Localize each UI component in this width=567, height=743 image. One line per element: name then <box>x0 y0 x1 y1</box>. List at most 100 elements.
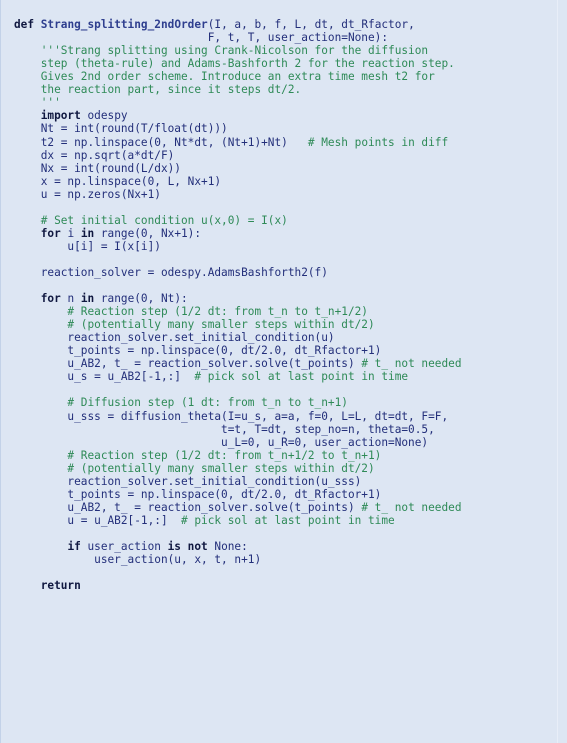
code-line: reaction_solver.set_initial_condition(u_… <box>1 475 567 488</box>
code-text: reaction_solver.set_initial_condition(u_… <box>14 474 362 488</box>
code-text: F, t, T, user_action=None): <box>14 31 389 45</box>
code-keyword: def <box>14 18 35 32</box>
code-text: (I, a, b, f, L, dt, dt_Rfactor, <box>207 18 415 32</box>
code-docstring: Gives 2nd order scheme. Introduce an ext… <box>14 70 435 84</box>
code-text: t=t, T=dt, step_no=n, theta=0.5, <box>14 422 435 436</box>
code-line: t2 = np.linspace(0, Nt*dt, (Nt+1)+Nt) # … <box>1 136 567 149</box>
code-line: dx = np.sqrt(a*dt/F) <box>1 149 567 162</box>
code-text: u_AB2, t_ = reaction_solver.solve(t_poin… <box>14 500 362 514</box>
code-line: # Reaction step (1/2 dt: from t_n to t_n… <box>1 305 567 318</box>
code-line: import odespy <box>1 109 567 122</box>
code-docstring: '''Strang splitting using Crank-Nicolson… <box>14 44 429 58</box>
code-text: dx = np.sqrt(a*dt/F) <box>14 148 175 162</box>
code-text: t_points = np.linspace(0, dt/2.0, dt_Rfa… <box>14 344 382 358</box>
code-line: t_points = np.linspace(0, dt/2.0, dt_Rfa… <box>1 488 567 501</box>
code-line: # Reaction step (1/2 dt: from t_n+1/2 to… <box>1 449 567 462</box>
code-keyword: import <box>40 109 81 123</box>
code-text: x = np.linspace(0, L, Nx+1) <box>14 174 222 188</box>
code-line: x = np.linspace(0, L, Nx+1) <box>1 175 567 188</box>
code-line: # (potentially many smaller steps within… <box>1 318 567 331</box>
code-comment: # Reaction step (1/2 dt: from t_n+1/2 to… <box>14 448 382 462</box>
code-text: user_action(u, x, t, n+1) <box>14 553 262 567</box>
code-text: u[i] = I(x[i]) <box>14 239 161 253</box>
code-text: t_points = np.linspace(0, dt/2.0, dt_Rfa… <box>14 487 382 501</box>
code-comment: # Diffusion step (1 dt: from t_n to t_n+… <box>14 396 348 410</box>
code-text: u = u_AB2[-1,:] <box>14 513 181 527</box>
code-text: user_action <box>80 539 168 553</box>
code-keyword: is <box>167 539 181 553</box>
code-line: Gives 2nd order scheme. Introduce an ext… <box>1 70 567 83</box>
code-text: range(0, Nx+1): <box>94 226 202 240</box>
code-text: reaction_solver = odespy.AdamsBashforth2… <box>14 265 328 279</box>
code-text: range(0, Nt): <box>94 292 188 306</box>
code-line: if user_action is not None: <box>1 540 567 553</box>
code-line: u_AB2, t_ = reaction_solver.solve(t_poin… <box>1 501 567 514</box>
code-comment: # Set initial condition u(x,0) = I(x) <box>14 213 288 227</box>
code-keyword: for <box>40 226 61 240</box>
code-comment: # Mesh points in diff <box>307 135 449 149</box>
code-line: u_s = u_AB2[-1,:] # pick sol at last poi… <box>1 370 567 383</box>
code-keyword: in <box>80 292 95 306</box>
code-keyword: in <box>80 226 95 240</box>
code-line: # (potentially many smaller steps within… <box>1 462 567 475</box>
code-line: Nt = int(round(T/float(dt))) <box>1 122 567 135</box>
code-comment: # t_ not needed <box>361 500 462 514</box>
code-text: None: <box>207 539 248 553</box>
code-docstring: ''' <box>14 96 61 110</box>
code-text: reaction_solver.set_initial_condition(u) <box>14 331 335 345</box>
code-text: u = np.zeros(Nx+1) <box>14 187 161 201</box>
code-keyword: for <box>40 292 61 306</box>
code-line: for n in range(0, Nt): <box>1 292 567 305</box>
code-line: # Set initial condition u(x,0) = I(x) <box>1 214 567 227</box>
code-text: u_AB2, t_ = reaction_solver.solve(t_poin… <box>14 357 362 371</box>
code-text: Nx = int(round(L/dx)) <box>14 161 181 175</box>
code-text: i <box>60 226 81 240</box>
code-text: n <box>60 292 81 306</box>
code-line: reaction_solver = odespy.AdamsBashforth2… <box>1 266 567 279</box>
code-line: u = u_AB2[-1,:] # pick sol at last point… <box>1 514 567 527</box>
code-line: t_points = np.linspace(0, dt/2.0, dt_Rfa… <box>1 344 567 357</box>
code-keyword: return <box>40 579 81 593</box>
code-text: u_sss = diffusion_theta(I=u_s, a=a, f=0,… <box>14 409 449 423</box>
code-line: return <box>1 579 567 592</box>
code-text: u_L=0, u_R=0, user_action=None) <box>14 435 429 449</box>
code-comment: # t_ not needed <box>361 357 462 371</box>
code-comment: # pick sol at last point in time <box>194 370 409 384</box>
code-line: for i in range(0, Nx+1): <box>1 227 567 240</box>
code-keyword: if <box>67 539 81 553</box>
code-line: u_sss = diffusion_theta(I=u_s, a=a, f=0,… <box>1 410 567 423</box>
code-text: odespy <box>80 109 128 123</box>
code-line: def Strang_splitting_2ndOrder(I, a, b, f… <box>1 18 567 31</box>
code-text: u_s = u_AB2[-1,:] <box>14 370 195 384</box>
code-text: t2 = np.linspace(0, Nt*dt, (Nt+1)+Nt) <box>14 135 308 149</box>
code-line: step (theta-rule) and Adams-Bashforth 2 … <box>1 57 567 70</box>
code-line: user_action(u, x, t, n+1) <box>1 553 567 566</box>
code-line: u = np.zeros(Nx+1) <box>1 188 567 201</box>
code-line: u_AB2, t_ = reaction_solver.solve(t_poin… <box>1 357 567 370</box>
code-line: u[i] = I(x[i]) <box>1 240 567 253</box>
code-line: # Diffusion step (1 dt: from t_n to t_n+… <box>1 396 567 409</box>
code-line: Nx = int(round(L/dx)) <box>1 162 567 175</box>
code-line: u_L=0, u_R=0, user_action=None) <box>1 436 567 449</box>
code-comment: # (potentially many smaller steps within… <box>14 318 375 332</box>
code-docstring: step (theta-rule) and Adams-Bashforth 2 … <box>14 57 455 71</box>
code-comment: # pick sol at last point in time <box>180 513 395 527</box>
code-comment: # Reaction step (1/2 dt: from t_n to t_n… <box>14 305 368 319</box>
code-keyword: not <box>187 539 208 553</box>
code-line: t=t, T=dt, step_no=n, theta=0.5, <box>1 423 567 436</box>
code-line: ''' <box>1 96 567 109</box>
code-line: reaction_solver.set_initial_condition(u) <box>1 331 567 344</box>
